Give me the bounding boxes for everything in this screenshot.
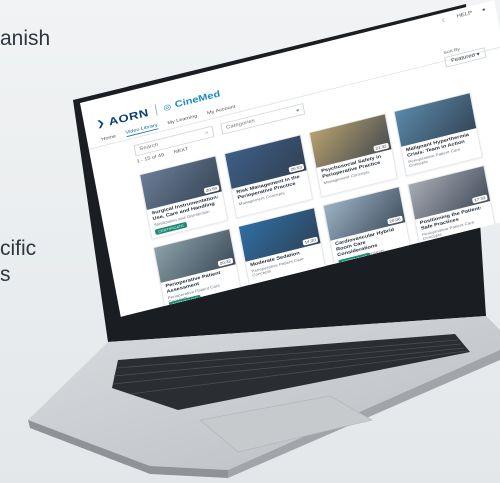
logo-divider xyxy=(154,104,158,116)
background-text-line: anish xyxy=(0,27,51,50)
screen-content: ☾ HELP ● ❯ AORN ◎ CineMed Home Video Lib… xyxy=(80,0,500,317)
background-text-line: s xyxy=(0,263,11,286)
chevron-down-icon: ▾ xyxy=(476,51,481,58)
video-card[interactable]: Malignant Hyperthermia Crisis: Team in A… xyxy=(393,92,483,177)
categories-placeholder: Categories xyxy=(225,118,256,131)
video-card[interactable]: 20:32 Perioperative Patient Assessment P… xyxy=(152,228,243,313)
keyboard-deck xyxy=(28,316,500,470)
user-icon[interactable]: ● xyxy=(482,7,486,13)
deck-edge xyxy=(28,420,228,478)
aorn-logo-icon: ❯ xyxy=(95,118,106,129)
cinemed-logo-icon: ◎ xyxy=(162,101,172,112)
video-card[interactable]: 25:53 Risk Management in the Perioperati… xyxy=(223,134,314,219)
video-card[interactable]: 21:32 Psychosocial Safety in Perioperati… xyxy=(308,113,398,198)
background-text-line: cific xyxy=(0,237,37,260)
video-card[interactable]: 14:20 Moderate Sedation Perioperative Pa… xyxy=(237,207,328,292)
chevron-down-icon: ▾ xyxy=(295,107,300,114)
video-card[interactable]: 17:33 Positioning the Patient: Safe Prac… xyxy=(407,165,497,250)
keyboard-rows xyxy=(112,339,468,395)
search-placeholder: Search xyxy=(139,142,159,152)
help-link[interactable]: HELP xyxy=(456,11,472,20)
tab-home[interactable]: Home xyxy=(101,134,116,142)
deck-edge xyxy=(228,350,500,478)
keyboard xyxy=(112,334,470,410)
video-card[interactable]: 20:06 Cardiovascular Hybrid Room Care Co… xyxy=(322,186,412,271)
search-icon[interactable]: ⌕ xyxy=(205,130,209,136)
touchpad xyxy=(199,395,373,453)
video-card[interactable]: 20:59 Surgical Instrumentation: Use, Car… xyxy=(139,155,229,240)
moon-icon[interactable]: ☾ xyxy=(441,17,447,23)
